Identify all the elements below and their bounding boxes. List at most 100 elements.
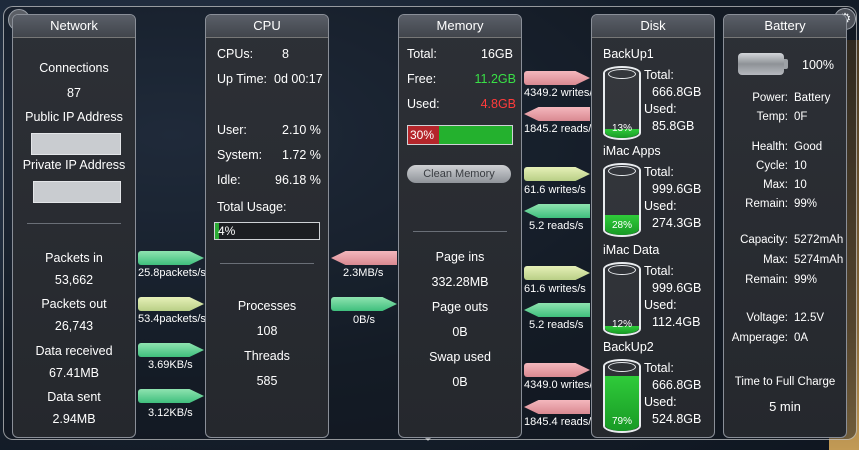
battery-cap [784,59,788,69]
cpus-label: CPUs: [217,47,254,61]
amperage-label: Amperage: [731,332,788,344]
page-ins-value: 332.28MB [431,275,489,289]
volume-total-label: Total: [644,361,674,375]
sent-rate: 3.12KB/s [148,407,193,419]
temp-label: Temp: [756,111,788,123]
packets-out-label: Packets out [41,297,107,311]
time-to-full-label: Time to Full Charge [734,376,836,388]
cycle-label: Cycle: [756,160,788,172]
total-usage-label: Total Usage: [217,200,287,214]
battery-panel: Battery 100% Power: Battery Temp: 0F Hea… [723,14,847,438]
volume-used-value: 85.8GB [652,119,695,133]
volume-cylinder: 13% [603,66,641,140]
private-ip-label: Private IP Address [22,158,126,172]
volume-name: iMac Data [603,243,660,257]
memory-divider [413,231,507,232]
max-cycle-label: Max: [763,179,788,191]
packets-in-label: Packets in [45,251,103,265]
volume-cylinder: 79% [603,359,641,433]
health-label: Health: [751,141,788,153]
user-value: 2.10 % [282,123,321,137]
volume-name: BackUp2 [603,340,654,354]
threads-label: Threads [244,349,290,363]
data-sent-label: Data sent [47,390,101,404]
total-usage-value: 4% [218,224,236,238]
memory-used-percent: 30% [410,128,435,142]
voltage-value: 12.5V [794,312,825,324]
max-capacity-label: Max: [763,254,788,266]
volume-total-value: 666.8GB [652,85,702,99]
volume-used-value: 112.4GB [652,315,701,329]
volume-used-value: 274.3GB [652,216,702,230]
volume-total-label: Total: [644,165,674,179]
processes-label: Processes [237,299,297,313]
time-to-full-value: 5 min [769,399,801,414]
volume-used-value: 524.8GB [652,412,702,426]
volume-used-label: Used: [644,298,677,312]
public-ip-value-redacted [31,133,121,155]
power-label: Power: [752,92,788,104]
page-outs-value: 0B [452,325,468,339]
capacity-value: 5272mAh [794,234,844,246]
public-ip-label: Public IP Address [25,110,123,124]
packets-in-rate: 25.8packets/s [138,267,206,279]
imac-data-writes: 61.6 writes/s [524,283,586,295]
voltage-label: Voltage: [746,312,788,324]
backup1-writes: 4349.2 writes/s [524,87,598,99]
uptime-label: Up Time: [217,72,268,86]
mem-free-value: 11.2GB [474,72,516,86]
volume-name: iMac Apps [603,144,661,158]
max-capacity-value: 5274mAh [794,254,844,266]
volume-total-label: Total: [644,68,674,82]
packets-out-rate: 53.4packets/s [138,313,206,325]
private-ip-value-redacted [33,181,121,203]
volume-cylinder: 28% [603,163,641,237]
volume-used-label: Used: [644,395,677,409]
max-cycle-value: 10 [794,179,807,191]
connections-value: 87 [67,86,81,100]
page-ins-label: Page ins [435,250,485,264]
disk-title: Disk [592,15,714,38]
mem-total-label: Total: [407,47,437,61]
remain-label: Remain: [745,198,788,210]
connections-label: Connections [39,61,109,75]
backup1-reads: 1845.2 reads/s [524,123,597,135]
memory-panel: Memory Total: 16GB Free: 11.2GB Used: 4.… [398,14,522,438]
imac-data-reads: 5.2 reads/s [529,319,584,331]
power-value: Battery [794,92,831,104]
volume-total-label: Total: [644,264,674,278]
page-outs-label: Page outs [431,300,489,314]
mem-total-value: 16GB [481,47,513,61]
cpu-divider [220,263,314,264]
battery-title: Battery [724,15,846,38]
idle-label: Idle: [217,173,241,187]
network-panel: Network Connections 87 Public IP Address… [12,14,136,438]
volume-used-percent: 79% [611,416,632,427]
network-title: Network [13,15,135,38]
packets-out-value: 26,743 [54,319,94,333]
volume-used-percent: 28% [611,220,632,231]
processes-value: 108 [256,324,278,338]
cycle-value: 10 [794,160,807,172]
volume-name: BackUp1 [603,47,654,61]
cpu-read-rate: 2.3MB/s [343,267,384,279]
cpu-panel: CPU CPUs: 8 Up Time: 0d 00:17 User: 2.10… [205,14,329,438]
battery-charge: 100% [802,58,834,72]
system-value: 1.72 % [282,148,321,162]
volume-cylinder: 12% [603,262,641,336]
mem-free-label: Free: [407,72,437,86]
backup2-reads: 1845.4 reads/s [524,416,597,428]
clean-memory-button[interactable]: Clean Memory [407,165,511,183]
amperage-value: 0A [794,332,809,344]
remain-capacity-label: Remain: [745,274,788,286]
cpu-write-rate: 0B/s [353,314,376,326]
volume-total-value: 999.6GB [652,182,702,196]
volume-used-percent: 12% [611,319,632,330]
volume-used-label: Used: [644,102,677,116]
volume-total-value: 666.8GB [652,378,702,392]
memory-usage-bar: 30% [407,125,513,145]
swap-used-value: 0B [452,375,468,389]
health-value: Good [794,141,823,153]
packets-in-value: 53,662 [54,273,94,287]
threads-value: 585 [256,374,278,388]
